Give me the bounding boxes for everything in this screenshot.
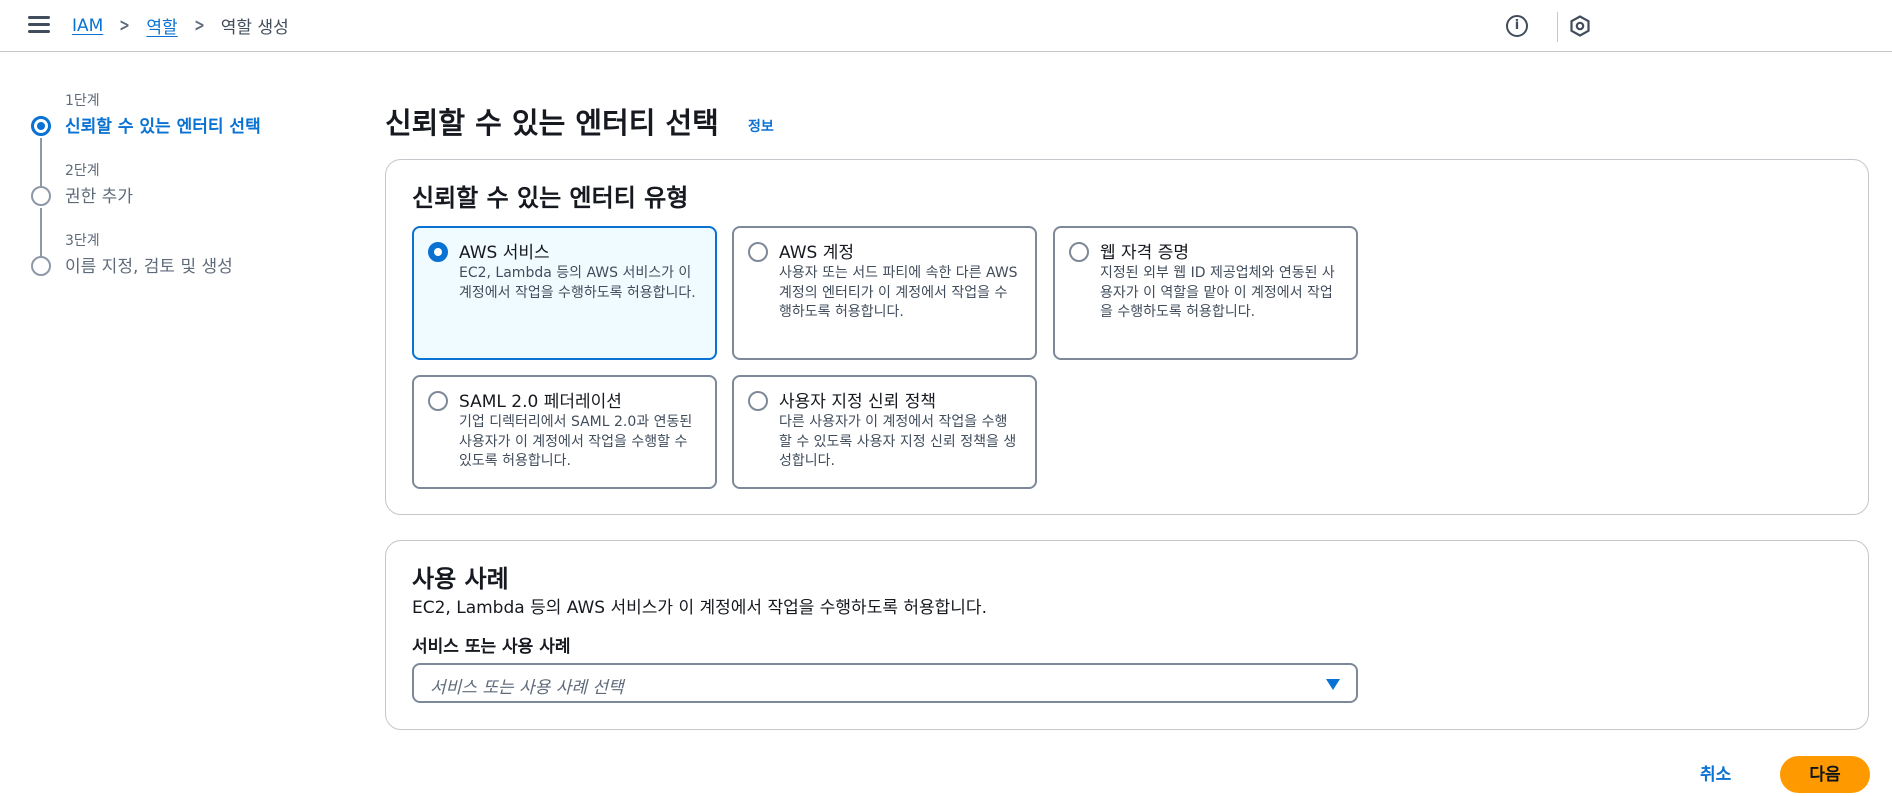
info-link[interactable]: 정보 — [748, 116, 774, 136]
toolbar-divider — [1557, 12, 1558, 42]
step-indicator-icon — [31, 186, 51, 206]
caret-down-icon — [1326, 679, 1340, 690]
step-number: 3단계 — [65, 233, 100, 249]
settings-hexagon-icon[interactable] — [1568, 14, 1592, 38]
next-button[interactable]: 다음 — [1780, 756, 1870, 793]
top-navigation-bar: IAM > 역할 > 역할 생성 i — [0, 0, 1892, 52]
step-number: 1단계 — [65, 93, 100, 109]
chevron-right-icon: > — [193, 15, 205, 36]
cancel-button[interactable]: 취소 — [1700, 760, 1731, 785]
use-case-panel: 사용 사례 EC2, Lambda 등의 AWS 서비스가 이 계정에서 작업을… — [385, 540, 1869, 730]
chevron-right-icon: > — [119, 15, 131, 36]
panel-title: 사용 사례 — [412, 565, 509, 593]
entity-option-custom-trust-policy[interactable]: 사용자 지정 신뢰 정책 다른 사용자가 이 계정에서 작업을 수행할 수 있도… — [732, 375, 1037, 489]
breadcrumb-roles-link[interactable]: 역할 — [146, 13, 177, 38]
option-title: AWS 계정 — [779, 243, 854, 263]
entity-option-saml-federation[interactable]: SAML 2.0 페더레이션 기업 디렉터리에서 SAML 2.0과 연동된 사… — [412, 375, 717, 489]
step-indicator-icon — [31, 256, 51, 276]
entity-option-aws-account[interactable]: AWS 계정 사용자 또는 서드 파티에 속한 다른 AWS 계정의 엔터티가 … — [732, 226, 1037, 360]
radio-unchecked-icon[interactable] — [1069, 242, 1089, 262]
page-title: 신뢰할 수 있는 엔터티 선택 — [385, 106, 719, 140]
step-label: 권한 추가 — [65, 187, 133, 207]
entity-option-web-identity[interactable]: 웹 자격 증명 지정된 외부 웹 ID 제공업체와 연동된 사용자가 이 역할을… — [1053, 226, 1358, 360]
breadcrumb-current-page: 역할 생성 — [220, 18, 289, 38]
radio-unchecked-icon[interactable] — [428, 391, 448, 411]
step-number: 2단계 — [65, 163, 100, 179]
wizard-steps: 1단계 신뢰할 수 있는 엔터티 선택 2단계 권한 추가 3단계 이름 지정,… — [28, 90, 328, 300]
wizard-step-1: 1단계 신뢰할 수 있는 엔터티 선택 — [28, 90, 328, 186]
option-description: EC2, Lambda 등의 AWS 서비스가 이 계정에서 작업을 수행하도록… — [459, 265, 696, 301]
option-title: 웹 자격 증명 — [1100, 243, 1190, 263]
option-description: 다른 사용자가 이 계정에서 작업을 수행할 수 있도록 사용자 지정 신뢰 정… — [779, 414, 1017, 469]
entity-option-aws-service[interactable]: AWS 서비스 EC2, Lambda 등의 AWS 서비스가 이 계정에서 작… — [412, 226, 717, 360]
breadcrumb: IAM > 역할 > 역할 생성 — [72, 13, 289, 38]
step-label: 이름 지정, 검토 및 생성 — [65, 257, 233, 277]
radio-unchecked-icon[interactable] — [748, 242, 768, 262]
option-title: AWS 서비스 — [459, 243, 550, 263]
option-description: 사용자 또는 서드 파티에 속한 다른 AWS 계정의 엔터티가 이 계정에서 … — [779, 265, 1018, 320]
select-placeholder: 서비스 또는 사용 사례 선택 — [430, 678, 624, 698]
hamburger-menu-icon[interactable] — [28, 16, 50, 36]
option-description: 기업 디렉터리에서 SAML 2.0과 연동된 사용자가 이 계정에서 작업을 … — [459, 414, 693, 469]
radio-unchecked-icon[interactable] — [748, 391, 768, 411]
step-label: 신뢰할 수 있는 엔터티 선택 — [65, 117, 261, 137]
use-case-description: EC2, Lambda 등의 AWS 서비스가 이 계정에서 작업을 수행하도록… — [412, 598, 987, 618]
wizard-step-3: 3단계 이름 지정, 검토 및 생성 — [28, 230, 328, 300]
wizard-step-2: 2단계 권한 추가 — [28, 160, 328, 256]
breadcrumb-iam-link[interactable]: IAM — [72, 16, 103, 36]
step-active-indicator-icon — [31, 116, 51, 136]
radio-checked-icon[interactable] — [428, 242, 448, 262]
panel-title: 신뢰할 수 있는 엔터티 유형 — [412, 184, 689, 212]
service-use-case-select[interactable]: 서비스 또는 사용 사례 선택 — [412, 663, 1358, 703]
option-description: 지정된 외부 웹 ID 제공업체와 연동된 사용자가 이 역할을 맡아 이 계정… — [1100, 265, 1335, 320]
info-circle-icon[interactable]: i — [1506, 15, 1528, 37]
trusted-entity-type-panel: 신뢰할 수 있는 엔터티 유형 AWS 서비스 EC2, Lambda 등의 A… — [385, 159, 1869, 515]
option-title: SAML 2.0 페더레이션 — [459, 392, 622, 412]
option-title: 사용자 지정 신뢰 정책 — [779, 392, 936, 412]
service-field-label: 서비스 또는 사용 사례 — [412, 637, 571, 657]
